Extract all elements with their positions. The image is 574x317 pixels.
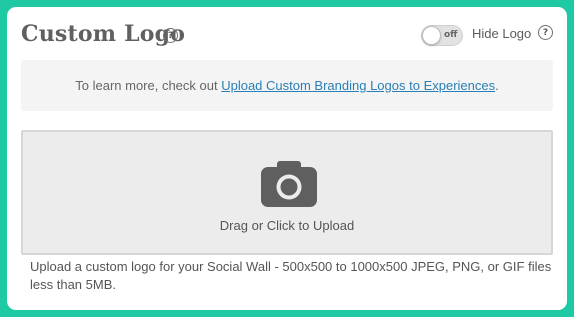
hide-logo-help-icon[interactable]: ? [538,25,553,40]
toggle-state-label: off [444,30,458,40]
info-text-suffix: . [495,78,499,93]
info-text-prefix: To learn more, check out [75,78,222,93]
branding-help-link[interactable]: Upload Custom Branding Logos to Experien… [221,78,495,93]
hide-logo-label: Hide Logo [472,26,532,41]
hide-logo-toggle[interactable]: off [421,25,463,46]
page-title: Custom Logo [21,21,186,47]
toggle-knob [422,26,441,45]
upload-label: Drag or Click to Upload [219,218,355,233]
help-icon[interactable]: ? [163,28,178,43]
custom-logo-card: Custom Logo ? off Hide Logo ? To learn m… [7,7,567,310]
upload-description: Upload a custom logo for your Social Wal… [30,259,552,292]
info-banner: To learn more, check out Upload Custom B… [21,60,553,111]
upload-dropzone[interactable]: Drag or Click to Upload [21,130,553,255]
camera-icon [261,161,317,207]
